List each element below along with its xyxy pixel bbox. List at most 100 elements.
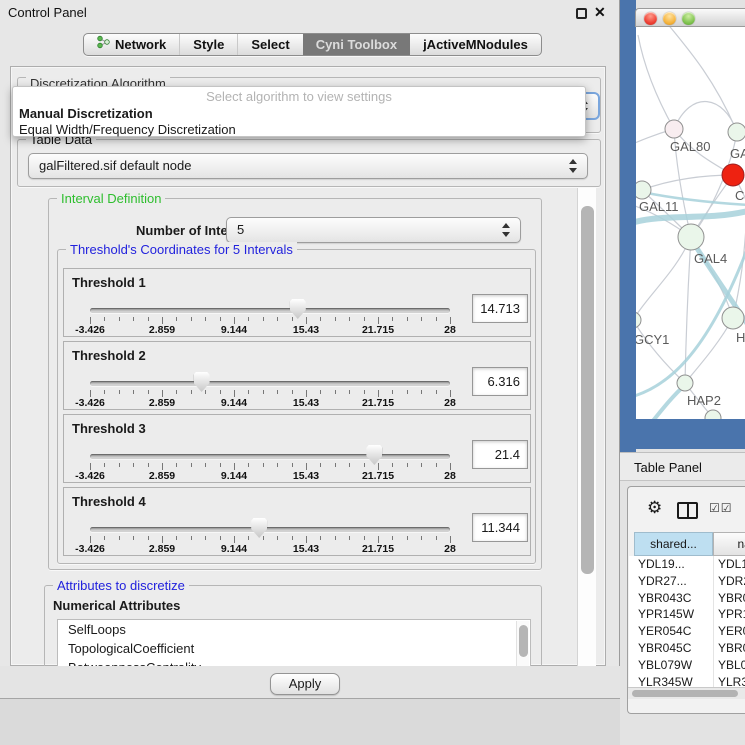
column-header-shared-name[interactable]: shared... <box>634 532 713 556</box>
network-canvas[interactable]: GAL80GACGAL11GAL4GCY1HHAP2 <box>636 27 745 419</box>
cell-shared-name[interactable]: YDL19... <box>638 556 710 573</box>
threshold-label: Threshold 1 <box>72 275 146 290</box>
node-selected-red[interactable] <box>722 164 744 186</box>
cell-shared-name[interactable]: YBL079W <box>638 657 710 674</box>
table-row[interactable]: YDR27... YDR27... <box>629 573 745 590</box>
slider-tick <box>234 536 235 543</box>
network-node-label: HAP2 <box>687 393 721 408</box>
node-hap2[interactable] <box>677 375 693 391</box>
threshold-slider-track[interactable] <box>90 454 450 459</box>
cell-name[interactable]: YLR345W <box>718 674 745 687</box>
attribute-list-item[interactable]: TopologicalCoefficient <box>58 639 530 658</box>
attributes-group-label: Attributes to discretize <box>53 578 189 593</box>
column-header-name[interactable]: name <box>713 532 745 556</box>
network-edge <box>674 102 737 132</box>
cell-shared-name[interactable]: YDR27... <box>638 573 710 590</box>
cell-shared-name[interactable]: YPR145W <box>638 606 710 623</box>
table-row[interactable]: YLR345W YLR345W <box>629 674 745 687</box>
cell-shared-name[interactable]: YLR345W <box>638 674 710 687</box>
threshold-value-field[interactable]: 6.316 <box>472 367 528 396</box>
threshold-slider-track[interactable] <box>90 308 450 313</box>
threshold-slider-handle[interactable] <box>194 372 210 392</box>
node-gcy1[interactable] <box>636 312 641 328</box>
node-right-top[interactable] <box>728 123 745 141</box>
tab-select[interactable]: Select <box>237 34 302 55</box>
slider-tick-label: 2.859 <box>137 543 187 555</box>
slider-tick <box>392 390 393 394</box>
slider-tick <box>220 463 221 467</box>
table-data-combo[interactable]: galFiltered.sif default node <box>28 153 588 179</box>
table-row[interactable]: YBL079W YBL079W <box>629 657 745 674</box>
settings-scrollbar-thumb[interactable] <box>581 206 594 574</box>
network-edge <box>636 237 691 320</box>
slider-tick <box>148 317 149 321</box>
node-gal11[interactable] <box>636 181 651 199</box>
slider-tick <box>248 536 249 540</box>
attributes-scrollbar-thumb[interactable] <box>519 625 528 657</box>
mac-zoom-icon[interactable] <box>682 12 695 25</box>
checkbox-icons[interactable]: ☑☑ <box>709 501 733 515</box>
slider-tick-label: 21.715 <box>353 397 403 409</box>
slider-tick <box>407 463 408 467</box>
close-icon[interactable]: ✕ <box>594 4 606 21</box>
tab-style[interactable]: Style <box>179 34 237 55</box>
cell-shared-name[interactable]: YER054C <box>638 623 710 640</box>
cell-name[interactable]: YBR043C <box>718 590 745 607</box>
tab-cyni-toolbox[interactable]: Cyni Toolbox <box>303 34 410 55</box>
cell-name[interactable]: YBR045C <box>718 640 745 657</box>
table-row[interactable]: YDL19... YDL19... <box>629 556 745 573</box>
threshold-slider-track[interactable] <box>90 381 450 386</box>
slider-tick <box>349 317 350 321</box>
slider-tick <box>292 317 293 321</box>
settings-scroll-area: Interval Definition Number of Intervals … <box>12 188 576 666</box>
slider-tick <box>450 463 451 470</box>
split-pane-icon[interactable] <box>677 502 698 519</box>
slider-tick <box>90 536 91 543</box>
cell-name[interactable]: YPR145W <box>718 606 745 623</box>
cell-name[interactable]: YDR27... <box>718 573 745 590</box>
apply-button[interactable]: Apply <box>270 673 340 695</box>
cell-name[interactable]: YER054C <box>718 623 745 640</box>
slider-tick <box>176 317 177 321</box>
gear-icon[interactable]: ⚙ <box>647 498 662 518</box>
table-hscrollbar-thumb[interactable] <box>632 690 738 697</box>
tab-network[interactable]: Network <box>84 34 179 55</box>
slider-tick <box>392 317 393 321</box>
node-right-mid[interactable] <box>722 307 744 329</box>
cell-shared-name[interactable]: YBR045C <box>638 640 710 657</box>
apply-strip: Apply <box>0 666 620 699</box>
network-node-label: GA <box>730 146 745 161</box>
threshold-slider-handle[interactable] <box>251 518 267 538</box>
threshold-value-field[interactable]: 14.713 <box>472 294 528 323</box>
dropdown-item-equal-width-frequency[interactable]: Equal Width/Frequency Discretization <box>17 122 581 138</box>
threshold-slider-handle[interactable] <box>290 299 306 319</box>
cell-shared-name[interactable]: YBR043C <box>638 590 710 607</box>
tab-jactivemnodules[interactable]: jActiveMNodules <box>410 34 541 55</box>
table-row[interactable]: YER054C YER054C <box>629 623 745 640</box>
slider-tick-label: 28 <box>425 470 475 482</box>
slider-tick <box>407 317 408 321</box>
number-of-intervals-combo[interactable]: 5 <box>226 217 521 243</box>
table-row[interactable]: YBR045C YBR045C <box>629 640 745 657</box>
slider-tick <box>162 536 163 543</box>
mac-close-icon[interactable] <box>644 12 657 25</box>
cell-name[interactable]: YBL079W <box>718 657 745 674</box>
mac-minimize-icon[interactable] <box>663 12 676 25</box>
table-row[interactable]: YBR043C YBR043C <box>629 590 745 607</box>
threshold-value-field[interactable]: 21.4 <box>472 440 528 469</box>
node-gal4[interactable] <box>678 224 704 250</box>
threshold-slider-handle[interactable] <box>366 445 382 465</box>
bottom-strip: Impute DataDiscretize DataInfer Network <box>0 699 620 745</box>
attribute-list-item[interactable]: SelfLoops <box>58 620 530 639</box>
slider-tick <box>292 463 293 467</box>
threshold-slider-track[interactable] <box>90 527 450 532</box>
threshold-value-field[interactable]: 11.344 <box>472 513 528 542</box>
table-row[interactable]: YPR145W YPR145W <box>629 606 745 623</box>
cell-name[interactable]: YDL19... <box>718 556 745 573</box>
dropdown-item-manual-discretization[interactable]: Manual Discretization <box>17 106 581 122</box>
attribute-list-item[interactable]: BetweennessCentrality <box>58 658 530 666</box>
float-window-icon[interactable] <box>576 8 587 19</box>
slider-tick-label: 15.43 <box>281 397 331 409</box>
slider-tick-label: 15.43 <box>281 470 331 482</box>
node-pink[interactable] <box>665 120 683 138</box>
